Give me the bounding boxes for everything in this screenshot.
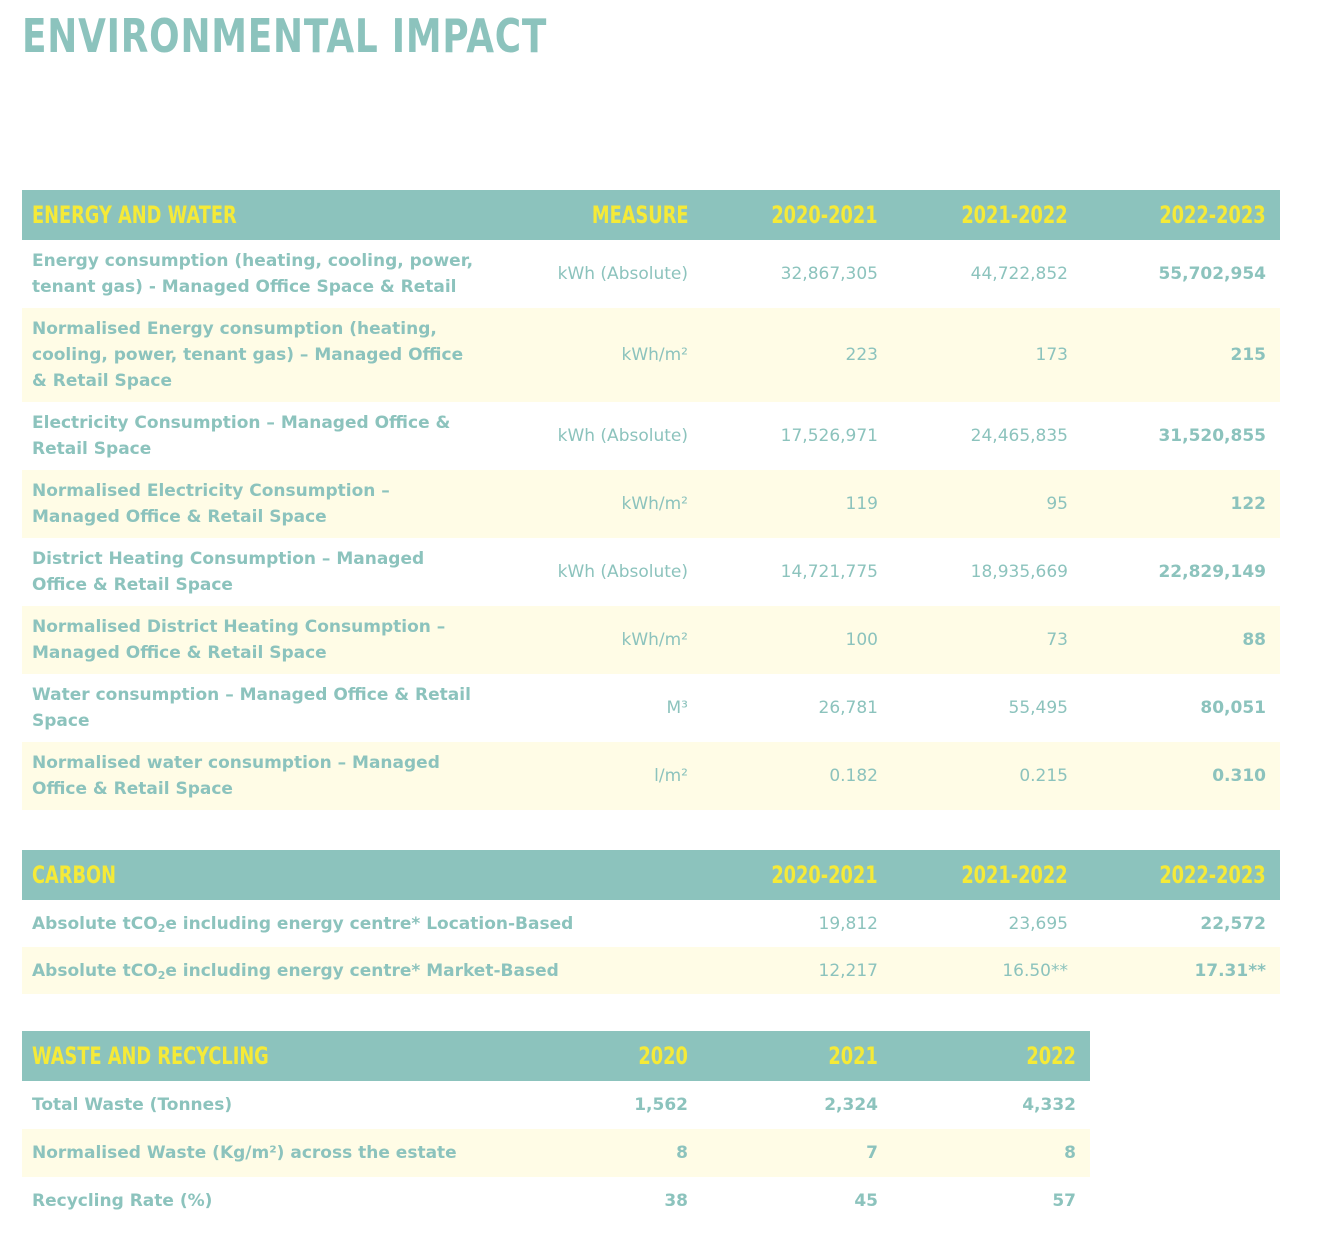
column-header: 2021-2022 bbox=[961, 201, 1068, 229]
value-2021-2022: 0.215 bbox=[1019, 766, 1068, 786]
value-2021-2022: 18,935,669 bbox=[970, 562, 1068, 582]
column-header: 2022 bbox=[1026, 1042, 1076, 1070]
value-2022-2023: 122 bbox=[1230, 494, 1267, 514]
table-row: Water consumption – Managed Office & Ret… bbox=[22, 674, 1280, 742]
value-2021: 7 bbox=[866, 1143, 878, 1163]
page-title: ENVIRONMENTAL IMPACT bbox=[22, 9, 548, 63]
row-label: Total Waste (Tonnes) bbox=[32, 1095, 233, 1115]
row-label: District Heating Consumption – Managed O… bbox=[32, 549, 425, 595]
column-header: MEASURE bbox=[591, 201, 688, 229]
value-2020-2021: 119 bbox=[845, 494, 878, 514]
table-header-row: WASTE AND RECYCLING 2020 2021 2022 bbox=[22, 1031, 1090, 1081]
row-label: Energy consumption (heating, cooling, po… bbox=[32, 251, 474, 297]
table-row: Normalised Electricity Consumption – Man… bbox=[22, 470, 1280, 538]
column-header: 2022-2023 bbox=[1159, 861, 1266, 889]
column-header: CARBON bbox=[32, 861, 116, 889]
value-2021-2022: 73 bbox=[1046, 630, 1068, 650]
row-label: Recycling Rate (%) bbox=[32, 1191, 213, 1211]
column-header: ENERGY AND WATER bbox=[32, 201, 237, 229]
value-2020-2021: 100 bbox=[845, 630, 878, 650]
row-label: Water consumption – Managed Office & Ret… bbox=[32, 685, 471, 731]
value-2022-2023: 22,829,149 bbox=[1158, 562, 1266, 582]
row-label: Normalised Electricity Consumption – Man… bbox=[32, 481, 390, 527]
row-measure: M³ bbox=[666, 698, 688, 718]
value-2021-2022: 23,695 bbox=[1008, 913, 1068, 934]
value-2020-2021: 12,217 bbox=[818, 960, 878, 981]
column-header: 2020-2021 bbox=[771, 861, 878, 889]
value-2022-2023: 215 bbox=[1230, 345, 1267, 365]
value-2022-2023: 31,520,855 bbox=[1158, 426, 1266, 446]
waste-and-recycling-table: WASTE AND RECYCLING 2020 2021 2022 Total… bbox=[22, 1031, 1090, 1225]
row-label: Normalised water consumption – Managed O… bbox=[32, 753, 440, 799]
table-header-row: ENERGY AND WATER MEASURE 2020-2021 2021-… bbox=[22, 190, 1280, 240]
table-row: Normalised Waste (Kg/m²) across the esta… bbox=[22, 1129, 1090, 1177]
value-2022-2023: 0.310 bbox=[1212, 766, 1266, 786]
value-2022-2023: 55,702,954 bbox=[1158, 264, 1266, 284]
row-measure: kWh/m² bbox=[621, 345, 688, 365]
value-2020: 38 bbox=[664, 1191, 688, 1211]
value-2021-2022: 44,722,852 bbox=[970, 264, 1068, 284]
column-header: 2021-2022 bbox=[961, 861, 1068, 889]
value-2020-2021: 19,812 bbox=[818, 913, 878, 934]
value-2020-2021: 17,526,971 bbox=[780, 426, 878, 446]
carbon-table: CARBON 2020-2021 2021-2022 2022-2023 Abs… bbox=[22, 850, 1280, 994]
row-label: Normalised Waste (Kg/m²) across the esta… bbox=[32, 1143, 457, 1163]
energy-and-water-table: ENERGY AND WATER MEASURE 2020-2021 2021-… bbox=[22, 190, 1280, 810]
value-2021-2022: 16.50** bbox=[1002, 960, 1068, 981]
table-row: District Heating Consumption – Managed O… bbox=[22, 538, 1280, 606]
value-2020: 1,562 bbox=[634, 1095, 688, 1115]
value-2022-2023: 22,572 bbox=[1200, 913, 1266, 934]
table-row: Absolute tCO2e including energy centre* … bbox=[22, 900, 1280, 947]
table-row: Electricity Consumption – Managed Office… bbox=[22, 402, 1280, 470]
value-2021: 45 bbox=[854, 1191, 878, 1211]
value-2020-2021: 223 bbox=[845, 345, 878, 365]
value-2022-2023: 88 bbox=[1242, 630, 1266, 650]
row-measure: kWh/m² bbox=[621, 494, 688, 514]
table-row: Total Waste (Tonnes) 1,562 2,324 4,332 bbox=[22, 1081, 1090, 1129]
table-row: Absolute tCO2e including energy centre* … bbox=[22, 947, 1280, 994]
row-label: Normalised District Heating Consumption … bbox=[32, 617, 446, 663]
row-measure: kWh (Absolute) bbox=[557, 426, 688, 446]
column-header: 2021 bbox=[828, 1042, 878, 1070]
value-2022-2023: 80,051 bbox=[1200, 698, 1266, 718]
table-row: Normalised Energy consumption (heating, … bbox=[22, 308, 1280, 402]
table-row: Recycling Rate (%) 38 45 57 bbox=[22, 1177, 1090, 1225]
row-measure: kWh (Absolute) bbox=[557, 562, 688, 582]
value-2021-2022: 173 bbox=[1035, 345, 1068, 365]
value-2022: 8 bbox=[1064, 1143, 1076, 1163]
value-2021-2022: 95 bbox=[1046, 494, 1068, 514]
column-header: WASTE AND RECYCLING bbox=[32, 1042, 269, 1070]
value-2020-2021: 14,721,775 bbox=[780, 562, 878, 582]
row-measure: kWh (Absolute) bbox=[557, 264, 688, 284]
row-label: Normalised Energy consumption (heating, … bbox=[32, 319, 464, 391]
value-2021: 2,324 bbox=[824, 1095, 878, 1115]
table-row: Normalised District Heating Consumption … bbox=[22, 606, 1280, 674]
table-row: Normalised water consumption – Managed O… bbox=[22, 742, 1280, 810]
value-2021-2022: 24,465,835 bbox=[970, 426, 1068, 446]
table-row: Energy consumption (heating, cooling, po… bbox=[22, 240, 1280, 308]
value-2022-2023: 17.31** bbox=[1194, 960, 1266, 981]
row-measure: l/m² bbox=[654, 766, 688, 786]
value-2020-2021: 26,781 bbox=[818, 698, 878, 718]
value-2022: 4,332 bbox=[1022, 1095, 1076, 1115]
column-header: 2020-2021 bbox=[771, 201, 878, 229]
row-measure: kWh/m² bbox=[621, 630, 688, 650]
column-header: 2022-2023 bbox=[1159, 201, 1266, 229]
value-2022: 57 bbox=[1052, 1191, 1076, 1211]
table-header-row: CARBON 2020-2021 2021-2022 2022-2023 bbox=[22, 850, 1280, 900]
row-label: Electricity Consumption – Managed Office… bbox=[32, 413, 451, 459]
value-2020-2021: 0.182 bbox=[829, 766, 878, 786]
value-2020: 8 bbox=[676, 1143, 688, 1163]
row-label: Absolute tCO2e including energy centre* … bbox=[32, 913, 574, 935]
value-2021-2022: 55,495 bbox=[1008, 698, 1068, 718]
column-header: 2020 bbox=[638, 1042, 688, 1070]
row-label: Absolute tCO2e including energy centre* … bbox=[32, 960, 559, 982]
value-2020-2021: 32,867,305 bbox=[780, 264, 878, 284]
